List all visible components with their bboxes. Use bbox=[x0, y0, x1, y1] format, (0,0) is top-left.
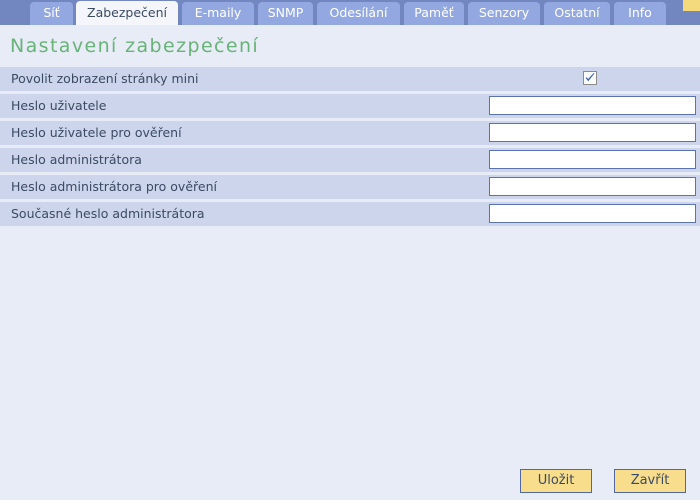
row-label: Heslo administrátora pro ověření bbox=[11, 179, 217, 194]
close-button[interactable]: Zavřít bbox=[614, 469, 686, 493]
tab-snmp[interactable]: SNMP bbox=[258, 2, 313, 25]
row-label: Povolit zobrazení stránky mini bbox=[11, 71, 199, 86]
tab-info[interactable]: Info bbox=[614, 2, 666, 25]
row-label: Heslo uživatele bbox=[11, 98, 107, 113]
password-input[interactable] bbox=[489, 123, 696, 142]
settings-page: Síť Zabezpečení E-maily SNMP Odesílání Paměť S… bbox=[0, 0, 700, 500]
settings-row: Heslo uživatele pro ověření bbox=[0, 121, 700, 148]
row-label: Heslo administrátora bbox=[11, 152, 142, 167]
footer-actions: Uložit Zavřít bbox=[0, 469, 700, 494]
settings-row: Současné heslo administrátora bbox=[0, 202, 700, 229]
settings-row: Heslo administrátora pro ověření bbox=[0, 175, 700, 202]
check-icon bbox=[585, 73, 595, 82]
tab-pam[interactable]: Paměť bbox=[404, 2, 464, 25]
page-title: Nastavení zabezpečení bbox=[0, 25, 700, 65]
settings-form: Povolit zobrazení stránky mini Heslo uživ… bbox=[0, 67, 700, 229]
settings-row: Povolit zobrazení stránky mini bbox=[0, 67, 700, 94]
corner-marker-icon bbox=[683, 0, 700, 11]
password-input[interactable] bbox=[489, 150, 696, 169]
password-input[interactable] bbox=[489, 177, 696, 196]
tab-odes-l-n[interactable]: Odesílání bbox=[317, 2, 400, 25]
tab-ostatn[interactable]: Ostatní bbox=[544, 2, 610, 25]
settings-row: Heslo uživatele bbox=[0, 94, 700, 121]
settings-row: Heslo administrátora bbox=[0, 148, 700, 175]
password-input[interactable] bbox=[489, 204, 696, 223]
row-label: Současné heslo administrátora bbox=[11, 206, 205, 221]
password-input[interactable] bbox=[489, 96, 696, 115]
tab-s[interactable]: Síť bbox=[30, 2, 73, 25]
tab-e-maily[interactable]: E-maily bbox=[182, 2, 254, 25]
mini-page-checkbox[interactable] bbox=[583, 71, 597, 85]
save-button[interactable]: Uložit bbox=[520, 469, 592, 493]
tab-bar: Síť Zabezpečení E-maily SNMP Odesílání Paměť S… bbox=[0, 0, 700, 25]
tab-zabezpe-en[interactable]: Zabezpečení bbox=[76, 1, 178, 25]
tab-senzory[interactable]: Senzory bbox=[468, 2, 540, 25]
row-label: Heslo uživatele pro ověření bbox=[11, 125, 182, 140]
